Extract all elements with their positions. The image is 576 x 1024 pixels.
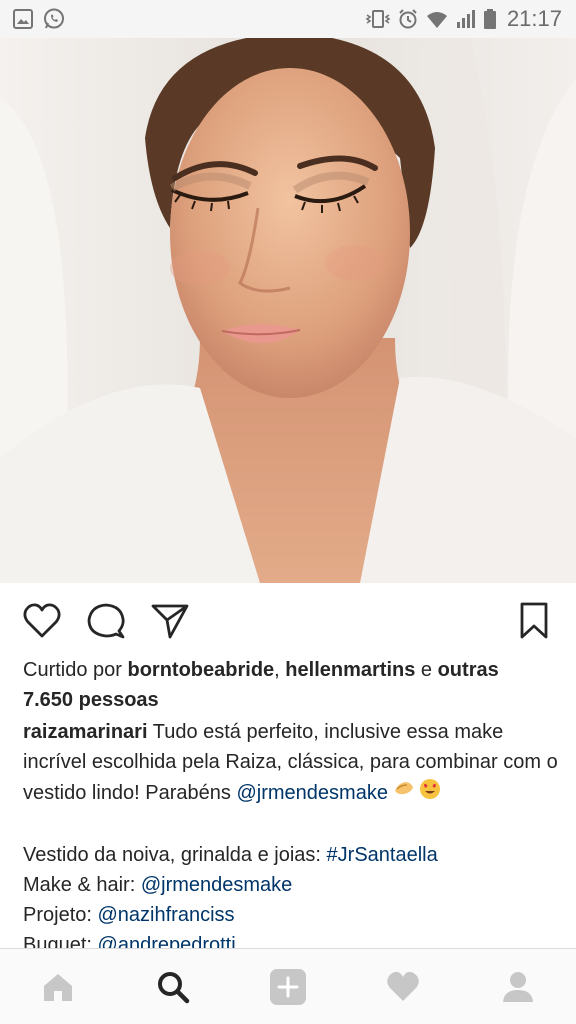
caption-emojis: [392, 777, 442, 810]
heart-eyes-emoji: [418, 777, 442, 810]
post-text: Curtido por borntobeabride, hellenmartin…: [23, 655, 563, 960]
credit-line: Make & hair: @jrmendesmake: [23, 870, 563, 900]
credit-value[interactable]: @nazihfranciss: [98, 904, 235, 926]
likes-others[interactable]: outras: [438, 659, 499, 681]
likes-count[interactable]: 7.650 pessoas: [23, 689, 159, 711]
credit-line: Vestido da noiva, grinalda e joias: #JrS…: [23, 840, 563, 870]
whatsapp-icon: [42, 7, 66, 31]
profile-icon[interactable]: [488, 957, 548, 1017]
credit-label: Projeto:: [23, 904, 92, 926]
vibrate-icon: [365, 8, 391, 30]
credit-label: Vestido da noiva, grinalda e joias:: [23, 844, 321, 866]
liker-hellenmartins[interactable]: hellenmartins: [285, 659, 415, 681]
post-photo[interactable]: [0, 38, 576, 583]
activity-icon[interactable]: [373, 957, 433, 1017]
battery-icon: [483, 8, 497, 30]
caption-username[interactable]: raizamarinari: [23, 721, 148, 743]
signal-icon: [455, 8, 477, 30]
comment-icon[interactable]: [86, 601, 126, 641]
status-bar-left: [12, 7, 66, 31]
liker-borntobeabride[interactable]: borntobeabride: [128, 659, 275, 681]
clapping-hands-emoji: [392, 777, 416, 810]
bottom-nav: [0, 948, 576, 1024]
heart-icon[interactable]: [22, 601, 62, 641]
home-icon[interactable]: [28, 957, 88, 1017]
post-actions: [0, 583, 576, 659]
bookmark-icon[interactable]: [514, 601, 554, 641]
share-icon[interactable]: [150, 601, 190, 641]
status-bar: 21:17: [0, 0, 576, 38]
likes-and: e: [420, 659, 433, 681]
credit-line: Projeto: @nazihfranciss: [23, 900, 563, 930]
gallery-icon: [12, 8, 34, 30]
bride-portrait-image: [0, 38, 576, 583]
caption-mention[interactable]: @jrmendesmake: [236, 782, 387, 804]
credit-value[interactable]: @jrmendesmake: [141, 874, 292, 896]
add-icon[interactable]: [258, 957, 318, 1017]
credit-label: Make & hair:: [23, 874, 136, 896]
credit-value[interactable]: #JrSantaella: [327, 844, 438, 866]
status-bar-right: 21:17: [365, 6, 562, 32]
clock: 21:17: [506, 6, 562, 31]
likes-prefix: Curtido por: [23, 659, 122, 681]
wifi-icon: [425, 8, 449, 30]
likes-line: Curtido por borntobeabride, hellenmartin…: [23, 655, 563, 715]
alarm-icon: [397, 8, 419, 30]
likes-sep: ,: [274, 659, 280, 681]
search-icon[interactable]: [143, 957, 203, 1017]
caption: raizamarinari Tudo está perfeito, inclus…: [23, 717, 563, 810]
